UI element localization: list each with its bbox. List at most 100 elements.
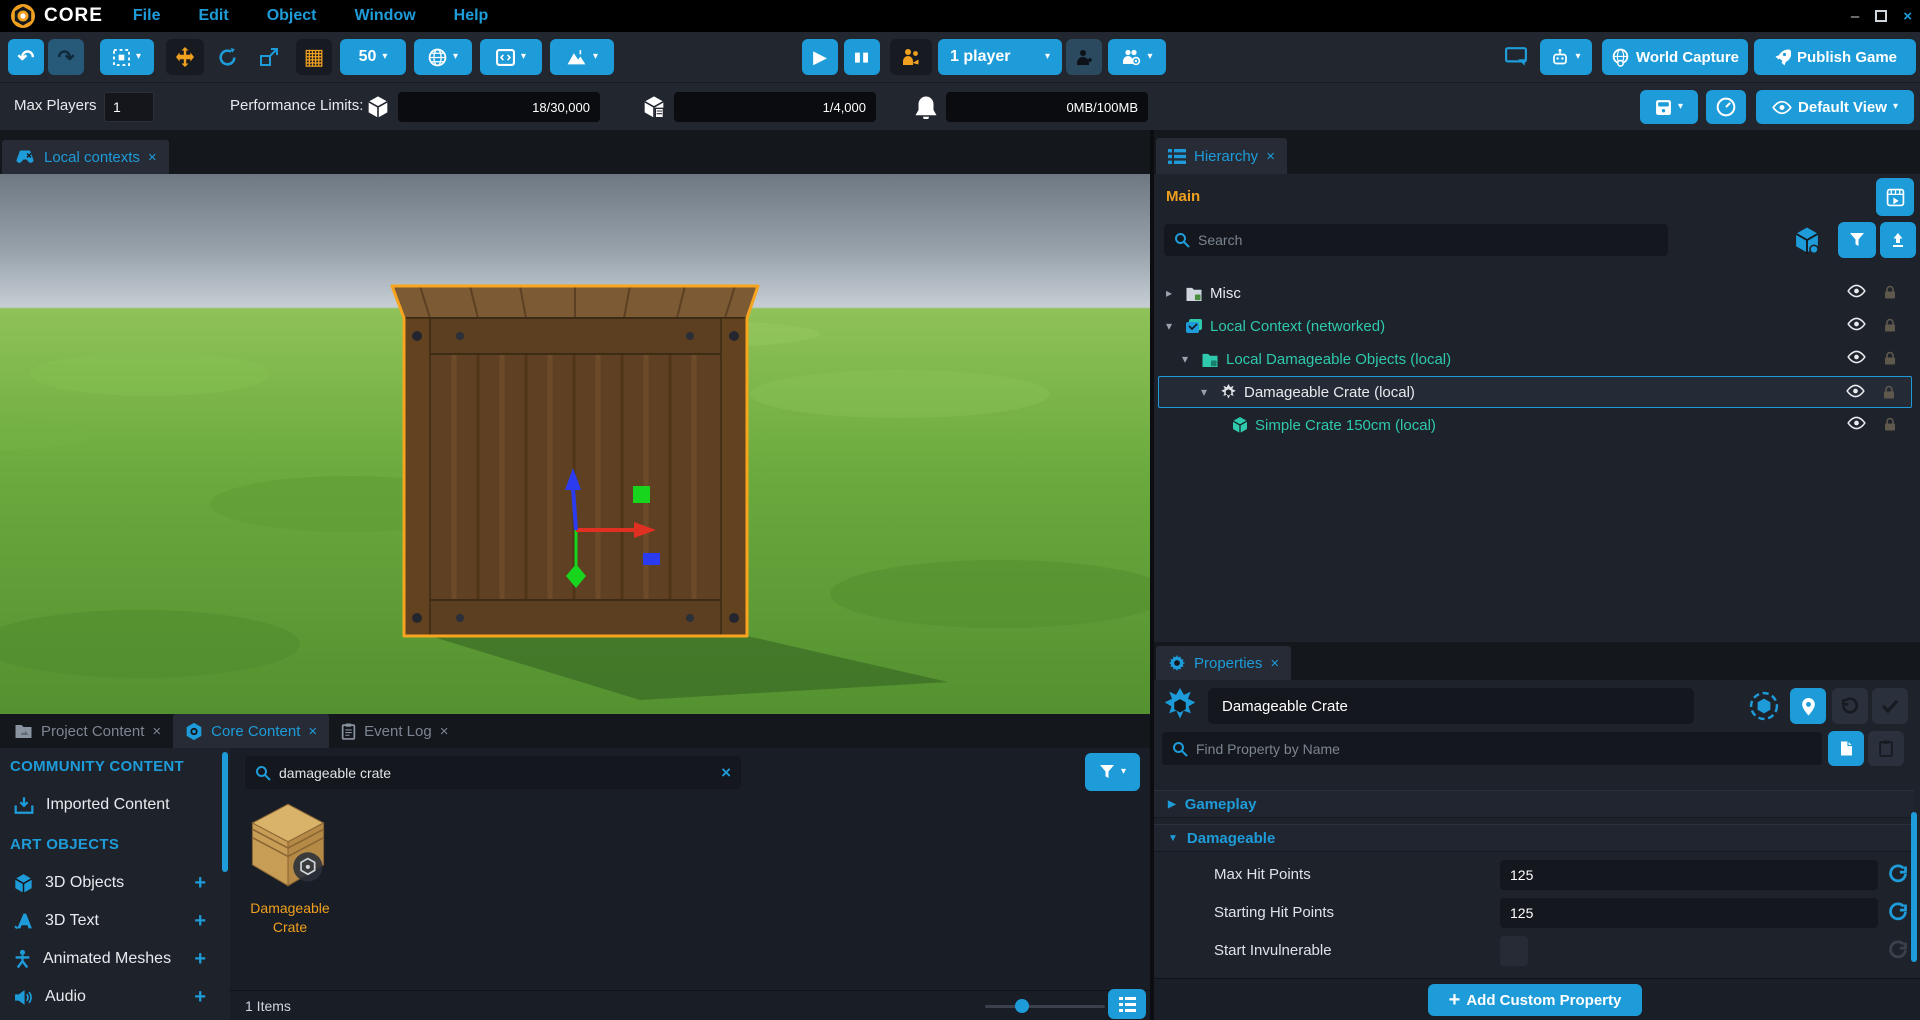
start-invulnerable-checkbox[interactable] [1500,936,1528,966]
add-icon[interactable]: + [194,948,206,971]
paste-properties-button[interactable] [1868,731,1904,766]
clear-search-icon[interactable]: × [721,763,731,783]
expander-icon[interactable]: ▾ [1166,319,1178,333]
lock-icon[interactable] [1884,285,1896,300]
slider-thumb[interactable] [1015,999,1029,1013]
scene-capture-button[interactable] [1876,178,1914,216]
close-button[interactable]: × [1903,8,1912,25]
terrain-dropdown[interactable]: ▾ [550,39,614,75]
menu-window[interactable]: Window [354,7,415,25]
hierarchy-search-input[interactable] [1198,232,1658,248]
close-icon[interactable]: × [440,723,449,740]
eye-icon[interactable] [1847,416,1866,430]
viewport-3d-scene[interactable] [0,174,1150,714]
tab-core-content[interactable]: Core Content × [173,714,329,748]
reset-object-button[interactable] [1832,688,1868,724]
script-panel-dropdown[interactable]: ▾ [480,39,542,75]
add-icon[interactable]: + [194,872,206,895]
properties-scrollbar[interactable] [1911,812,1917,962]
tree-row-simple-crate[interactable]: Simple Crate 150cm (local) [1158,409,1912,441]
close-icon[interactable]: × [308,723,317,740]
content-search[interactable]: × [245,756,741,789]
grid-snap-button[interactable]: ▦ [296,39,332,75]
property-search-input[interactable] [1196,741,1812,757]
menu-file[interactable]: File [133,7,161,25]
close-icon[interactable]: × [152,723,161,740]
content-search-input[interactable] [279,765,713,781]
menu-object[interactable]: Object [267,7,317,25]
reset-field-icon[interactable] [1888,864,1908,884]
select-mode-dropdown[interactable]: ▾ [100,39,154,75]
hierarchy-search[interactable] [1164,224,1668,256]
world-capture-button[interactable]: World Capture [1602,39,1748,75]
player-settings-dropdown[interactable]: ▾ [1108,39,1166,75]
content-filter-button[interactable]: ▾ [1085,753,1140,791]
tree-row-local-context[interactable]: ▾ Local Context (networked) [1158,310,1912,342]
tree-row-local-damageable-objects[interactable]: ▾ Local Damageable Objects (local) [1158,343,1912,375]
default-view-dropdown[interactable]: Default View ▾ [1756,90,1914,124]
apply-button[interactable] [1872,688,1908,724]
add-custom-property-button[interactable]: + Add Custom Property [1428,984,1642,1016]
add-icon[interactable]: + [194,910,206,933]
tree-row-damageable-crate[interactable]: ▾ Damageable Crate (local) [1158,376,1912,408]
minimize-button[interactable]: – [1851,8,1859,25]
player-count-dropdown[interactable]: 1 player ▾ [938,39,1062,75]
add-icon[interactable]: + [194,986,206,1009]
hierarchy-filter-button[interactable] [1838,222,1876,258]
scale-tool-button[interactable] [250,39,288,75]
max-players-input[interactable] [104,92,154,122]
networked-context-icon[interactable] [1748,690,1780,722]
tab-event-log[interactable]: Event Log × [329,714,460,748]
tab-properties[interactable]: Properties × [1156,646,1291,680]
restore-button[interactable] [1875,10,1887,22]
pause-button[interactable]: ▮▮ [844,39,880,75]
starting-hit-points-input[interactable] [1500,898,1878,928]
eye-icon[interactable] [1847,317,1866,331]
undo-button[interactable]: ↶ [8,39,44,75]
tree-row-misc[interactable]: ▸ Misc [1158,277,1912,309]
content-item-damageable-crate[interactable]: Damageable Crate [248,800,332,960]
close-icon[interactable]: × [148,149,157,166]
lock-icon[interactable] [1884,417,1896,432]
screen-share-button[interactable] [1498,39,1534,75]
reset-field-icon[interactable] [1888,902,1908,922]
close-icon[interactable]: × [1270,655,1279,672]
thumbnail-size-slider[interactable] [985,1005,1105,1008]
menu-edit[interactable]: Edit [198,7,228,25]
play-button[interactable]: ▶ [802,39,838,75]
eye-icon[interactable] [1846,384,1865,398]
menu-help[interactable]: Help [454,7,489,25]
grid-size-dropdown[interactable]: 50 ▾ [340,39,406,75]
redo-button[interactable]: ↷ [48,39,84,75]
expander-icon[interactable]: ▸ [1166,286,1178,300]
move-tool-button[interactable] [166,39,204,75]
sidebar-item-animated-meshes[interactable]: Animated Meshes + [0,942,220,976]
sidebar-item-audio[interactable]: Audio + [0,980,220,1014]
close-icon[interactable]: × [1266,148,1275,165]
property-search[interactable] [1162,732,1822,765]
environment-dropdown[interactable]: ▾ [414,39,472,75]
object-name-input[interactable] [1208,688,1694,724]
save-dropdown[interactable]: ▾ [1640,90,1698,124]
add-player-button[interactable] [1066,39,1102,75]
performance-gauge-button[interactable] [1706,90,1746,124]
rotate-tool-button[interactable] [208,39,246,75]
eye-icon[interactable] [1847,350,1866,364]
publish-game-button[interactable]: Publish Game [1754,39,1916,75]
expander-icon[interactable]: ▾ [1201,385,1213,399]
section-gameplay[interactable]: ▶ Gameplay [1154,790,1914,818]
section-damageable[interactable]: ▼ Damageable [1154,824,1914,852]
max-hit-points-input[interactable] [1500,860,1878,890]
copy-properties-button[interactable] [1828,731,1864,766]
bot-dropdown[interactable]: ▾ [1540,39,1592,75]
tab-hierarchy[interactable]: Hierarchy × [1156,138,1287,174]
network-cube-icon[interactable] [1794,226,1820,254]
lock-icon[interactable] [1884,318,1896,333]
view-mode-button[interactable] [1108,989,1146,1019]
expander-icon[interactable]: ▾ [1182,352,1194,366]
lock-icon[interactable] [1884,351,1896,366]
sidebar-scrollbar[interactable] [222,752,228,872]
multiplayer-preview-button[interactable] [890,39,932,75]
hierarchy-export-button[interactable] [1880,222,1916,258]
sidebar-item-imported-content[interactable]: Imported Content [0,788,220,822]
